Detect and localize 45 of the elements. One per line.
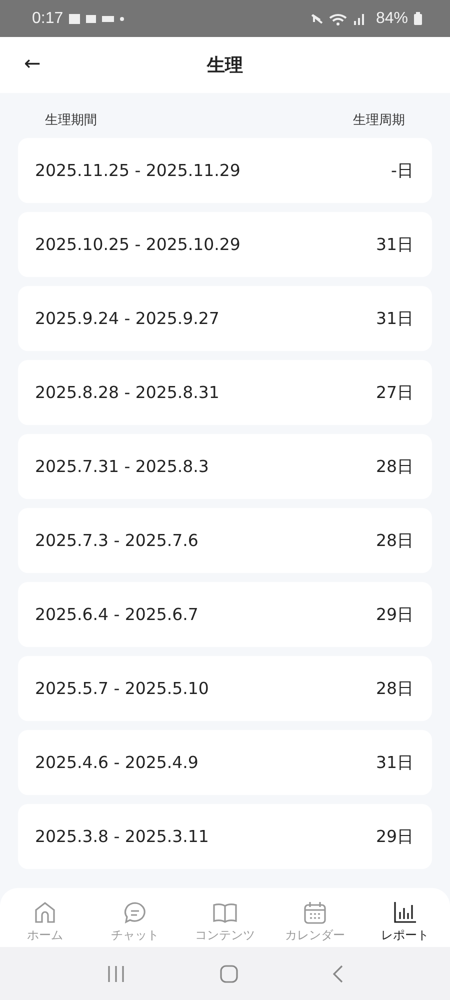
period-card[interactable]: 2025.4.6 - 2025.4.9 31日 [18, 730, 432, 795]
period-card[interactable]: 2025.7.31 - 2025.8.3 28日 [18, 434, 432, 499]
cycle-length: 28日 [376, 530, 414, 552]
period-dates: 2025.5.7 - 2025.5.10 [35, 679, 209, 698]
period-dates: 2025.7.3 - 2025.7.6 [35, 531, 198, 550]
cycle-length: 29日 [376, 604, 414, 626]
cycle-length: 31日 [376, 752, 414, 774]
nav-tab[interactable]: レポート [360, 888, 450, 947]
period-card[interactable]: 2025.3.8 - 2025.3.11 29日 [18, 804, 432, 869]
recent-apps-icon[interactable] [107, 966, 126, 982]
period-card[interactable]: 2025.8.28 - 2025.8.31 27日 [18, 360, 432, 425]
battery-icon [414, 12, 422, 25]
column-header: 生理周期 [353, 113, 405, 128]
back-button[interactable]: ← [20, 51, 45, 75]
period-dates: 2025.10.25 - 2025.10.29 [35, 235, 240, 254]
period-card[interactable]: 2025.9.24 - 2025.9.27 31日 [18, 286, 432, 351]
cycle-length: 31日 [376, 308, 414, 330]
calendar-icon [302, 900, 328, 926]
cycle-length: 29日 [376, 826, 414, 848]
period-card[interactable]: 2025.5.7 - 2025.5.10 28日 [18, 656, 432, 721]
period-dates: 2025.4.6 - 2025.4.9 [35, 753, 198, 772]
cycle-length: 27日 [376, 382, 414, 404]
status-time: 0:17 [32, 10, 64, 28]
period-card[interactable]: 2025.7.3 - 2025.7.6 28日 [18, 508, 432, 573]
column-header: 生理期間 [45, 113, 97, 128]
cycle-length: -日 [391, 160, 414, 182]
period-card[interactable]: 2025.10.25 - 2025.10.29 31日 [18, 212, 432, 277]
period-dates: 2025.7.31 - 2025.8.3 [35, 457, 209, 476]
period-dates: 2025.9.24 - 2025.9.27 [35, 309, 220, 328]
bar-chart-icon [392, 900, 418, 926]
cycle-length: 28日 [376, 678, 414, 700]
cycle-length: 31日 [376, 234, 414, 256]
period-card[interactable]: 2025.11.25 - 2025.11.29 -日 [18, 138, 432, 203]
period-dates: 2025.8.28 - 2025.8.31 [35, 383, 220, 402]
period-dates: 2025.6.4 - 2025.6.7 [35, 605, 198, 624]
battery-level: 84% [376, 10, 408, 28]
period-dates: 2025.3.8 - 2025.3.11 [35, 827, 209, 846]
home-icon[interactable] [220, 964, 238, 982]
period-dates: 2025.11.25 - 2025.11.29 [35, 161, 240, 180]
back-icon[interactable] [332, 964, 343, 982]
period-card[interactable]: 2025.6.4 - 2025.6.7 29日 [18, 582, 432, 647]
cycle-length: 28日 [376, 456, 414, 478]
chat-icon [122, 900, 148, 926]
home-icon [32, 900, 58, 926]
page-title: 生理 [207, 54, 243, 77]
